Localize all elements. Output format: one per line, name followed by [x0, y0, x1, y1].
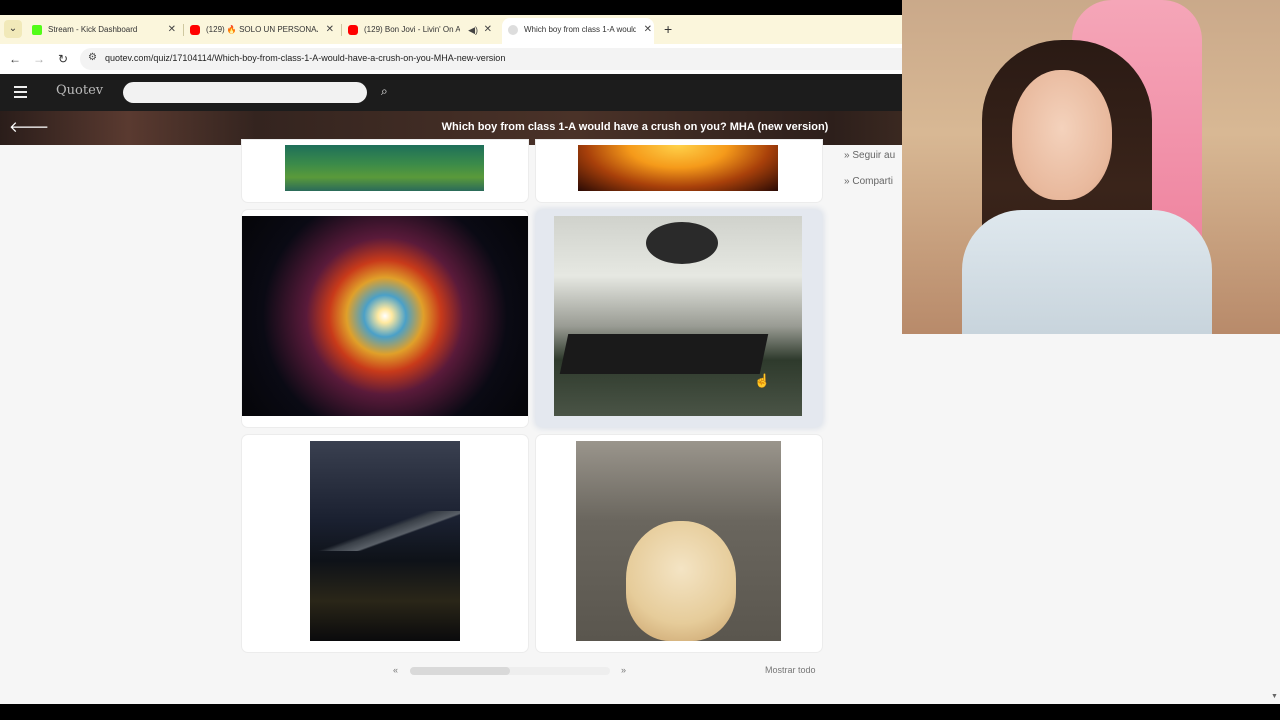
loading-favicon-icon	[508, 25, 518, 35]
scroll-down-arrow-icon[interactable]: ▼	[1271, 693, 1278, 700]
site-info-icon[interactable]: ⚙	[88, 52, 97, 63]
tab-youtube-personaje[interactable]: (129) 🔥 SOLO UN PERSONAJE ✕	[190, 18, 336, 44]
answers-scrollbar[interactable]	[410, 667, 610, 675]
tab-title: Which boy from class 1-A would	[524, 25, 636, 34]
tab-kick-dashboard[interactable]: Stream - Kick Dashboard ✕	[32, 18, 178, 44]
answer-image-nebula	[242, 216, 528, 416]
site-search-input[interactable]	[123, 82, 367, 103]
back-arrow-icon[interactable]: 🡐	[9, 117, 49, 136]
tab-title: (129) 🔥 SOLO UN PERSONAJE	[206, 25, 318, 34]
follow-author-link[interactable]: » Seguir au	[844, 150, 895, 161]
youtube-favicon-icon	[348, 25, 358, 35]
answers-scrollbar-thumb[interactable]	[410, 667, 510, 675]
surgical-lamp	[646, 222, 718, 264]
reload-icon[interactable]: ↻	[54, 50, 72, 68]
golden-retriever	[626, 521, 736, 641]
answer-card-reef[interactable]	[242, 140, 528, 202]
share-link[interactable]: » Comparti	[844, 176, 893, 187]
close-tab-icon[interactable]: ✕	[168, 18, 176, 42]
close-tab-icon[interactable]: ✕	[484, 18, 492, 42]
bottom-black-bar	[0, 704, 1280, 720]
pager-next-button[interactable]: »	[621, 665, 626, 675]
answer-image-sun	[578, 145, 778, 191]
answer-image-dogs	[576, 441, 781, 641]
streamer-sweater	[962, 210, 1212, 334]
streamer-face	[1012, 70, 1112, 200]
hamburger-menu-icon[interactable]	[14, 86, 27, 98]
close-tab-icon[interactable]: ✕	[644, 18, 652, 42]
tab-title: Stream - Kick Dashboard	[48, 25, 138, 34]
pager-prev-button[interactable]: «	[393, 665, 398, 675]
answer-card-dogs[interactable]	[536, 435, 822, 652]
share-label: Comparti	[852, 176, 893, 187]
youtube-favicon-icon	[190, 25, 200, 35]
answer-card-nebula[interactable]	[242, 210, 528, 427]
tab-search-chevron-icon[interactable]: ⌄	[4, 20, 22, 38]
answer-card-night-city[interactable]	[242, 435, 528, 652]
close-tab-icon[interactable]: ✕	[326, 18, 334, 42]
forward-arrow-icon[interactable]: →	[30, 50, 48, 68]
back-arrow-icon[interactable]: ←	[6, 50, 24, 68]
quiz-title: Which boy from class 1-A would have a cr…	[441, 121, 829, 133]
airplane-wing	[310, 511, 460, 551]
tab-title: (129) Bon Jovi - Livin' On A	[364, 25, 460, 34]
follow-author-label: Seguir au	[852, 150, 896, 161]
chevron-right-icon: »	[844, 150, 850, 161]
show-all-link[interactable]: Mostrar todo	[765, 665, 816, 675]
search-icon[interactable]: ⌕	[381, 84, 388, 99]
tab-quotev-quiz[interactable]: Which boy from class 1-A would ✕	[502, 18, 654, 44]
chevron-right-icon: »	[844, 176, 850, 187]
url-text: quotev.com/quiz/17104114/Which-boy-from-…	[105, 53, 506, 63]
speaker-icon[interactable]: ◀)	[468, 18, 478, 42]
answer-image-night-city	[310, 441, 460, 641]
mouse-cursor-icon: ☝	[754, 373, 771, 388]
new-tab-button[interactable]: +	[664, 19, 672, 39]
answer-image-reef	[285, 145, 484, 191]
screen: ⌄ Stream - Kick Dashboard ✕ (129) 🔥 SOLO…	[0, 0, 1280, 720]
answer-card-sun[interactable]	[536, 140, 822, 202]
quotev-logo[interactable]: Quotev	[56, 83, 103, 98]
webcam-overlay	[902, 0, 1280, 334]
kick-favicon-icon	[32, 25, 42, 35]
tab-youtube-bon-jovi[interactable]: (129) Bon Jovi - Livin' On A ◀) ✕	[348, 18, 494, 44]
answer-card-operating-room[interactable]: ☝	[536, 210, 822, 427]
operating-table	[559, 334, 769, 374]
